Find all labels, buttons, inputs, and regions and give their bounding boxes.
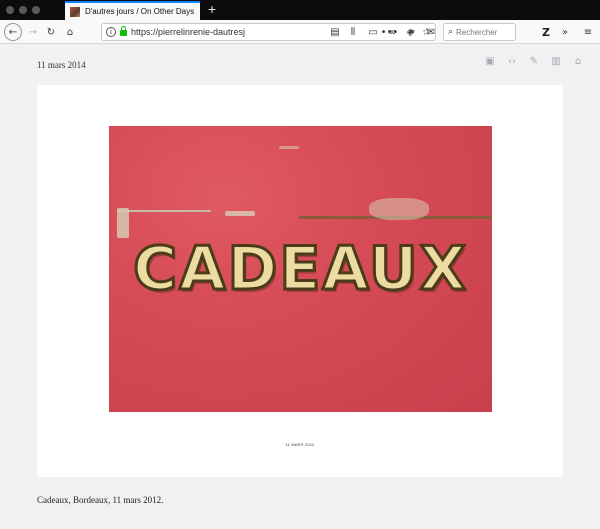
- window-controls: [6, 6, 40, 14]
- mail-extension-button[interactable]: ✉: [424, 22, 438, 42]
- paint-stain: [369, 198, 429, 220]
- navigation-bar: ← → ↻ ⌂ i https://pierrelinrenie-dautres…: [0, 20, 600, 44]
- mask-extension-button[interactable]: ∞: [385, 22, 399, 42]
- reload-button[interactable]: ↻: [44, 22, 58, 42]
- site-home-button[interactable]: ⌂: [570, 54, 586, 68]
- gallery-button[interactable]: ▣: [482, 54, 498, 68]
- page-toolbar: ▣ ‹› ✎ ▥ ⌂: [482, 54, 586, 68]
- reload-icon: ↻: [46, 26, 56, 38]
- archive-icon: ▥: [551, 55, 561, 67]
- gallery-icon: ▣: [485, 55, 495, 67]
- edit-button[interactable]: ✎: [526, 54, 542, 68]
- code-icon: ‹›: [508, 55, 516, 67]
- tab-strip: D'autres jours / On Other Days +: [0, 0, 600, 20]
- photo-date-label: 11 MARS 2012: [285, 442, 315, 447]
- photo-caption: Cadeaux, Bordeaux, 11 mars 2012.: [37, 495, 164, 505]
- link-icon: ⚭: [407, 26, 417, 38]
- photo-card: CADEAUX 11 MARS 2012: [37, 85, 563, 477]
- url-text[interactable]: https://pierrelinrenie-dautresj: [131, 27, 251, 37]
- library-icon: ⫴: [350, 26, 356, 38]
- paint-scratch: [117, 210, 211, 212]
- zotero-button[interactable]: Z: [539, 22, 553, 42]
- paint-stain: [225, 211, 255, 216]
- maximize-window-button[interactable]: [32, 6, 40, 14]
- back-arrow-icon: ←: [8, 26, 18, 38]
- paint-stain: [279, 146, 299, 149]
- close-window-button[interactable]: [6, 6, 14, 14]
- link-extension-button[interactable]: ⚭: [405, 22, 419, 42]
- home-icon: ⌂: [66, 26, 74, 38]
- forward-arrow-icon: →: [28, 26, 38, 38]
- hamburger-menu-icon: ≡: [583, 26, 593, 38]
- forward-button[interactable]: →: [26, 22, 40, 42]
- reader-view-icon: ▤: [330, 26, 340, 38]
- photo[interactable]: CADEAUX: [109, 126, 492, 412]
- mail-icon: ✉: [426, 26, 436, 38]
- search-icon: ⌕: [448, 27, 454, 37]
- info-icon[interactable]: i: [106, 27, 116, 37]
- downloads-button[interactable]: ▭: [366, 22, 380, 42]
- overflow-chevrons-icon: »: [561, 26, 569, 38]
- site-favicon-icon: [70, 6, 80, 17]
- post-date: 11 mars 2014: [37, 60, 86, 70]
- zotero-icon: Z: [542, 25, 550, 39]
- back-button[interactable]: ←: [4, 23, 22, 41]
- photo-sign-text: CADEAUX: [132, 233, 468, 306]
- library-button[interactable]: ⫴: [346, 22, 360, 42]
- overflow-button[interactable]: »: [559, 22, 571, 42]
- tab-title: D'autres jours / On Other Days: [85, 7, 195, 16]
- search-box[interactable]: ⌕: [443, 23, 516, 41]
- minimize-window-button[interactable]: [19, 6, 27, 14]
- archive-button[interactable]: ▥: [548, 54, 564, 68]
- lock-icon: [120, 26, 127, 36]
- edit-icon: ✎: [529, 55, 539, 67]
- menu-button[interactable]: ≡: [581, 22, 595, 42]
- home-button[interactable]: ⌂: [63, 22, 77, 42]
- home-icon: ⌂: [574, 55, 582, 67]
- downloads-icon: ▭: [368, 26, 378, 38]
- new-tab-button[interactable]: +: [205, 0, 219, 20]
- reader-view-button[interactable]: ▤: [329, 22, 341, 42]
- mask-icon: ∞: [387, 26, 397, 38]
- code-button[interactable]: ‹›: [504, 54, 520, 68]
- search-input[interactable]: [456, 27, 509, 37]
- tab-active[interactable]: D'autres jours / On Other Days: [65, 1, 200, 20]
